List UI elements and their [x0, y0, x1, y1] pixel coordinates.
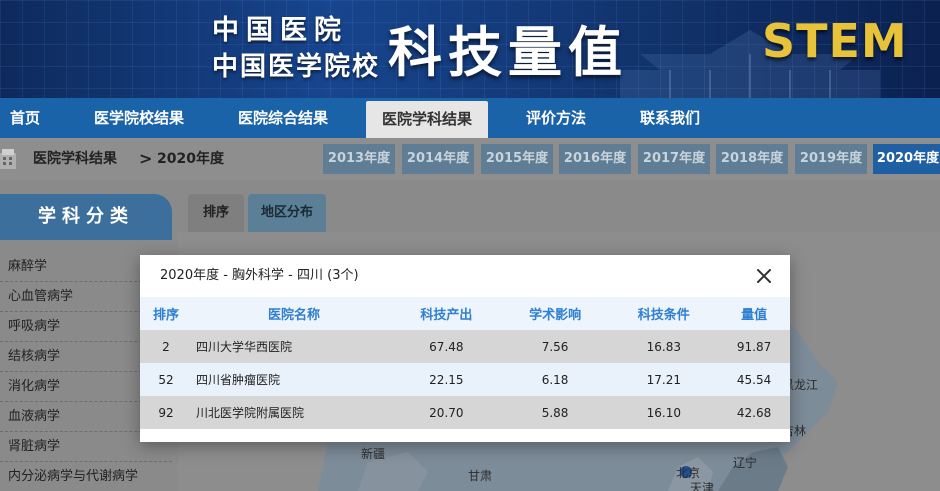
- year-button-2019[interactable]: 2019年度: [795, 144, 867, 174]
- year-button-2020[interactable]: 2020年度: [873, 144, 940, 174]
- modal-title: 2020年度 - 胸外科学 - 四川 (3个): [160, 268, 359, 283]
- cell-output: 67.48: [392, 330, 501, 363]
- logo-text-block: 中国医院 中国医学院校: [212, 8, 378, 90]
- year-button-2013[interactable]: 2013年度: [323, 144, 395, 174]
- results-table: 排序 医院名称 科技产出 学术影响 科技条件 量值 2 四川大学华西医院 67.…: [140, 297, 790, 429]
- cell-hospital: 四川大学华西医院: [192, 330, 392, 363]
- year-button-2015[interactable]: 2015年度: [481, 144, 553, 174]
- col-header-hospital[interactable]: 医院名称: [192, 297, 392, 330]
- cell-rank: 2: [140, 330, 192, 363]
- breadcrumb-separator: >: [139, 149, 153, 168]
- modal-header: 2020年度 - 胸外科学 - 四川 (3个): [140, 255, 790, 297]
- sidebar-item-endocrinology[interactable]: 内分泌病学与代谢病学: [0, 462, 172, 491]
- col-header-conditions[interactable]: 科技条件: [609, 297, 719, 330]
- tab-region-distribution[interactable]: 地区分布: [248, 194, 326, 232]
- table-row[interactable]: 52 四川省肿瘤医院 22.15 6.18 17.21 45.54: [140, 363, 790, 396]
- cell-value: 91.87: [718, 330, 790, 363]
- cell-impact: 5.88: [500, 396, 610, 429]
- nav-medical-schools[interactable]: 医学院校结果: [94, 98, 184, 138]
- map-label-gansu: 甘肃: [468, 469, 493, 483]
- year-bar: 医院学科结果 > 2020年度 2013年度 2014年度 2015年度 201…: [0, 138, 940, 180]
- cell-output: 20.70: [392, 396, 501, 429]
- cell-impact: 6.18: [500, 363, 610, 396]
- building-icon: [0, 149, 16, 169]
- site-banner: 中国医院 中国医学院校 科技量值 STEM: [0, 0, 940, 98]
- nav-home[interactable]: 首页: [10, 98, 40, 138]
- cell-output: 22.15: [392, 363, 501, 396]
- logo-line-2: 中国医学院校: [212, 52, 381, 82]
- map-label-tianjin: 天津: [690, 481, 715, 491]
- col-header-output[interactable]: 科技产出: [392, 297, 501, 330]
- cell-hospital: 川北医学院附属医院: [192, 396, 392, 429]
- close-icon[interactable]: [752, 264, 776, 288]
- col-header-impact[interactable]: 学术影响: [500, 297, 610, 330]
- cell-conditions: 17.21: [609, 363, 719, 396]
- logo-line-1: 中国医院: [212, 15, 348, 46]
- nav-hospital-overall[interactable]: 医院综合结果: [238, 98, 328, 138]
- nav-hospital-discipline[interactable]: 医院学科结果: [366, 101, 488, 138]
- year-button-2017[interactable]: 2017年度: [638, 144, 710, 174]
- map-label-liaoning: 辽宁: [733, 456, 758, 470]
- cell-rank: 52: [140, 363, 192, 396]
- table-row[interactable]: 2 四川大学华西医院 67.48 7.56 16.83 91.87: [140, 330, 790, 363]
- cell-value: 42.68: [718, 396, 790, 429]
- main-nav: 首页 医学院校结果 医院综合结果 医院学科结果 评价方法 联系我们: [0, 98, 940, 138]
- cell-rank: 92: [140, 396, 192, 429]
- cell-hospital: 四川省肿瘤医院: [192, 363, 392, 396]
- main-title: 科技量值: [388, 21, 628, 84]
- stem-logo: STEM: [762, 14, 908, 68]
- breadcrumb-current: 2020年度: [157, 151, 224, 167]
- year-button-2018[interactable]: 2018年度: [716, 144, 788, 174]
- table-header-row: 排序 医院名称 科技产出 学术影响 科技条件 量值: [140, 297, 790, 330]
- col-header-value[interactable]: 量值: [718, 297, 790, 330]
- tab-ranking[interactable]: 排序: [188, 194, 244, 232]
- year-button-2016[interactable]: 2016年度: [559, 144, 631, 174]
- table-row[interactable]: 92 川北医学院附属医院 20.70 5.88 16.10 42.68: [140, 396, 790, 429]
- map-label-xinjiang: 新疆: [361, 447, 386, 461]
- cell-impact: 7.56: [500, 330, 610, 363]
- cell-conditions: 16.10: [609, 396, 719, 429]
- cell-value: 45.54: [718, 363, 790, 396]
- cell-conditions: 16.83: [609, 330, 719, 363]
- sidebar-title: 学科分类: [0, 194, 172, 240]
- nav-contact[interactable]: 联系我们: [640, 98, 700, 138]
- results-modal: 2020年度 - 胸外科学 - 四川 (3个) 排序 医院名称 科技产出 学术影…: [140, 255, 790, 442]
- nav-methodology[interactable]: 评价方法: [526, 98, 586, 138]
- year-button-2014[interactable]: 2014年度: [402, 144, 474, 174]
- col-header-rank[interactable]: 排序: [140, 297, 192, 330]
- breadcrumb-section[interactable]: 医院学科结果: [33, 138, 117, 180]
